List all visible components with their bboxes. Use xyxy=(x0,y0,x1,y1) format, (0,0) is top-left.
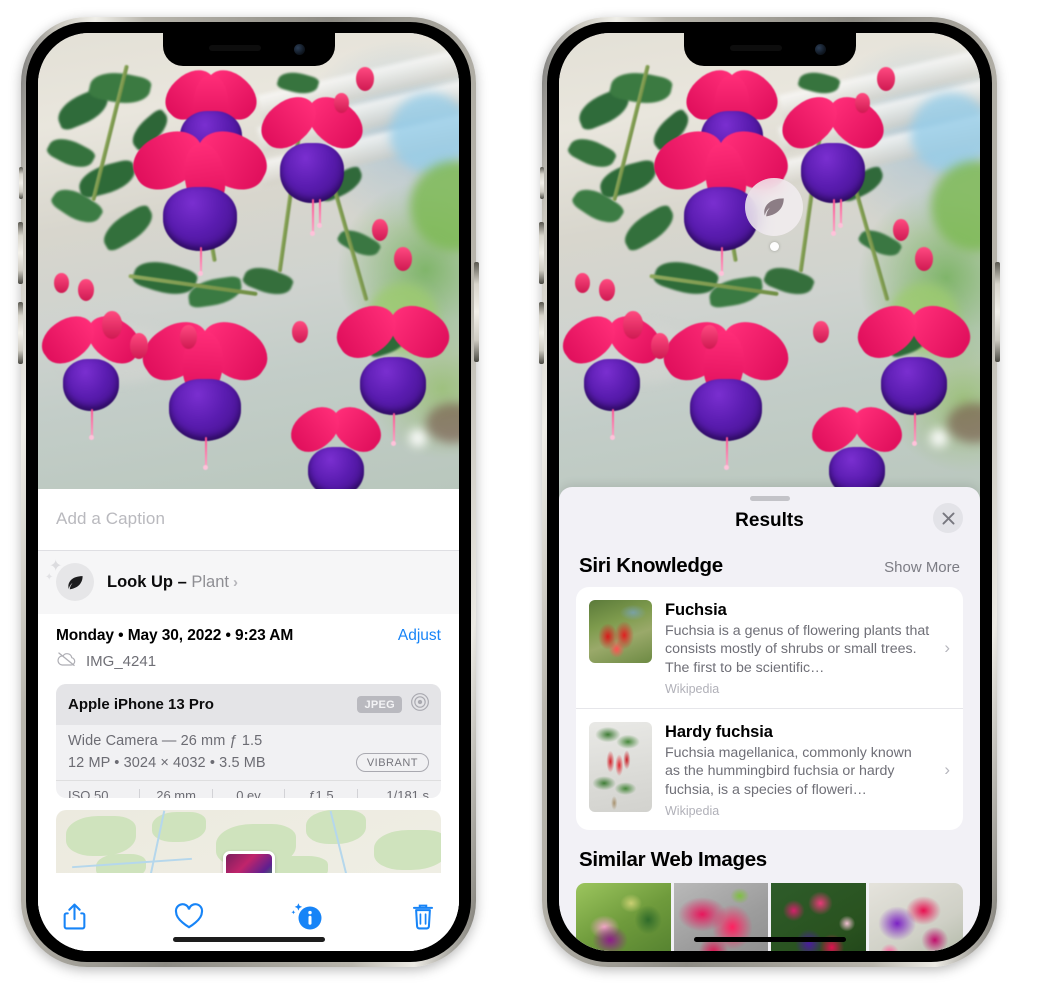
camera-model: Apple iPhone 13 Pro xyxy=(68,696,214,713)
iphone-right: Results Siri Knowledge Show More Fuchsia… xyxy=(539,17,1000,967)
result-thumbnail xyxy=(589,721,652,812)
lookup-label: Look Up xyxy=(107,572,173,591)
close-icon xyxy=(942,512,954,524)
lookup-subject: Plant xyxy=(191,572,229,591)
photo-date: Monday • May 30, 2022 • 9:23 AM xyxy=(56,627,294,644)
silent-switch[interactable] xyxy=(19,167,23,199)
lookup-icon-wrap: ✦ ✦ xyxy=(45,559,94,601)
result-title: Hardy fuchsia xyxy=(665,722,773,741)
format-badge: JPEG xyxy=(357,696,402,713)
front-camera xyxy=(814,44,826,55)
exif-ev: 0 ev xyxy=(236,788,261,798)
close-button[interactable] xyxy=(933,503,963,533)
photo-location-pin xyxy=(222,850,275,873)
result-body: Fuchsia Fuchsia is a genus of flowering … xyxy=(665,600,929,696)
chevron-right-icon: › xyxy=(944,637,950,657)
lookup-label-group: Look Up – Plant › xyxy=(107,573,238,592)
chevron-right-icon: › xyxy=(944,759,950,779)
front-camera xyxy=(293,44,305,55)
exif-focal: 26 mm xyxy=(156,788,196,798)
aperture-icon xyxy=(410,692,430,717)
visual-lookup-leaf-badge[interactable] xyxy=(745,178,803,236)
info-button[interactable] xyxy=(290,900,324,937)
caption-row[interactable]: Add a Caption xyxy=(38,489,459,550)
caption-input[interactable]: Add a Caption xyxy=(56,509,441,529)
result-source: Wikipedia xyxy=(665,803,720,818)
result-source: Wikipedia xyxy=(665,681,720,696)
volume-down-button[interactable] xyxy=(539,302,544,364)
siri-knowledge-header: Siri Knowledge Show More xyxy=(559,541,980,587)
home-indicator[interactable] xyxy=(693,937,846,942)
photo-viewer[interactable] xyxy=(38,33,459,489)
leaf-icon xyxy=(764,198,784,217)
image-specs: 12 MP • 3024 × 4032 • 3.5 MB xyxy=(68,754,266,771)
notch xyxy=(683,33,856,66)
chevron-right-icon: › xyxy=(232,573,238,591)
web-image-thumb[interactable] xyxy=(576,882,671,951)
favorite-button[interactable] xyxy=(174,902,204,935)
location-map-thumbnail[interactable] xyxy=(56,809,441,873)
show-more-button[interactable]: Show More xyxy=(884,559,960,576)
similar-web-images-title: Similar Web Images xyxy=(579,847,767,871)
volume-up-button[interactable] xyxy=(18,222,23,284)
lens-info: Wide Camera — 26 mm ƒ 1.5 xyxy=(68,733,263,749)
similar-web-images-header: Similar Web Images xyxy=(559,830,980,880)
photographic-style-badge: VIBRANT xyxy=(355,753,429,772)
earpiece-speaker xyxy=(729,45,782,51)
power-button[interactable] xyxy=(474,262,479,362)
result-description: Fuchsia magellanica, commonly known as t… xyxy=(665,744,912,798)
exif-aperture: ƒ1.5 xyxy=(308,788,334,798)
exif-iso: ISO 50 xyxy=(68,788,109,798)
knowledge-row[interactable]: Fuchsia Fuchsia is a genus of flowering … xyxy=(576,587,963,708)
exif-row: ISO 50 26 mm 0 ev ƒ1.5 1/181 s xyxy=(56,780,441,798)
photo-filename: IMG_4241 xyxy=(86,653,157,670)
camera-card-header: Apple iPhone 13 Pro JPEG xyxy=(56,684,441,725)
home-indicator[interactable] xyxy=(172,937,325,942)
share-button[interactable] xyxy=(62,902,87,936)
photo-metadata: Monday • May 30, 2022 • 9:23 AM Adjust I… xyxy=(38,614,459,672)
result-title: Fuchsia xyxy=(665,601,727,619)
result-body: Hardy fuchsia Fuchsia magellanica, commo… xyxy=(665,722,929,818)
photo-info-sheet: Add a Caption ✦ ✦ Look Up – Plant › Mond… xyxy=(38,489,459,951)
look-up-plant-row[interactable]: ✦ ✦ Look Up – Plant › xyxy=(38,551,459,614)
earpiece-speaker xyxy=(208,45,261,51)
results-header: Results xyxy=(559,501,980,541)
notch xyxy=(162,33,335,66)
screen-right: Results Siri Knowledge Show More Fuchsia… xyxy=(559,33,980,951)
photo-viewer[interactable] xyxy=(559,33,980,503)
results-panel: Results Siri Knowledge Show More Fuchsia… xyxy=(559,487,980,951)
cloud-slash-icon xyxy=(56,651,77,672)
iphone-left: Add a Caption ✦ ✦ Look Up – Plant › Mond… xyxy=(18,17,479,967)
exif-shutter: 1/181 s xyxy=(386,788,430,798)
screenshot-stage: Add a Caption ✦ ✦ Look Up – Plant › Mond… xyxy=(0,0,1055,985)
result-thumbnail xyxy=(589,600,652,663)
camera-info-card: Apple iPhone 13 Pro JPEG Wide Camera — 2… xyxy=(56,684,441,798)
screen-left: Add a Caption ✦ ✦ Look Up – Plant › Mond… xyxy=(38,33,459,951)
lookup-block: ✦ ✦ Look Up – Plant › xyxy=(38,550,459,614)
result-description: Fuchsia is a genus of flowering plants t… xyxy=(665,623,930,676)
siri-knowledge-title: Siri Knowledge xyxy=(579,554,723,577)
adjust-button[interactable]: Adjust xyxy=(398,627,441,645)
siri-knowledge-card: Fuchsia Fuchsia is a genus of flowering … xyxy=(576,587,963,830)
silent-switch[interactable] xyxy=(540,167,544,199)
knowledge-row[interactable]: Hardy fuchsia Fuchsia magellanica, commo… xyxy=(576,707,963,830)
visual-lookup-anchor-dot xyxy=(770,242,779,251)
power-button[interactable] xyxy=(995,262,1000,362)
web-image-thumb[interactable] xyxy=(868,882,963,951)
camera-card-body: Wide Camera — 26 mm ƒ 1.5 12 MP • 3024 ×… xyxy=(56,725,441,780)
results-title: Results xyxy=(735,510,804,531)
delete-button[interactable] xyxy=(411,902,435,936)
volume-up-button[interactable] xyxy=(539,222,544,284)
volume-down-button[interactable] xyxy=(18,302,23,364)
lookup-dash: – xyxy=(173,572,192,591)
sparkle-small-icon: ✦ xyxy=(45,572,54,583)
